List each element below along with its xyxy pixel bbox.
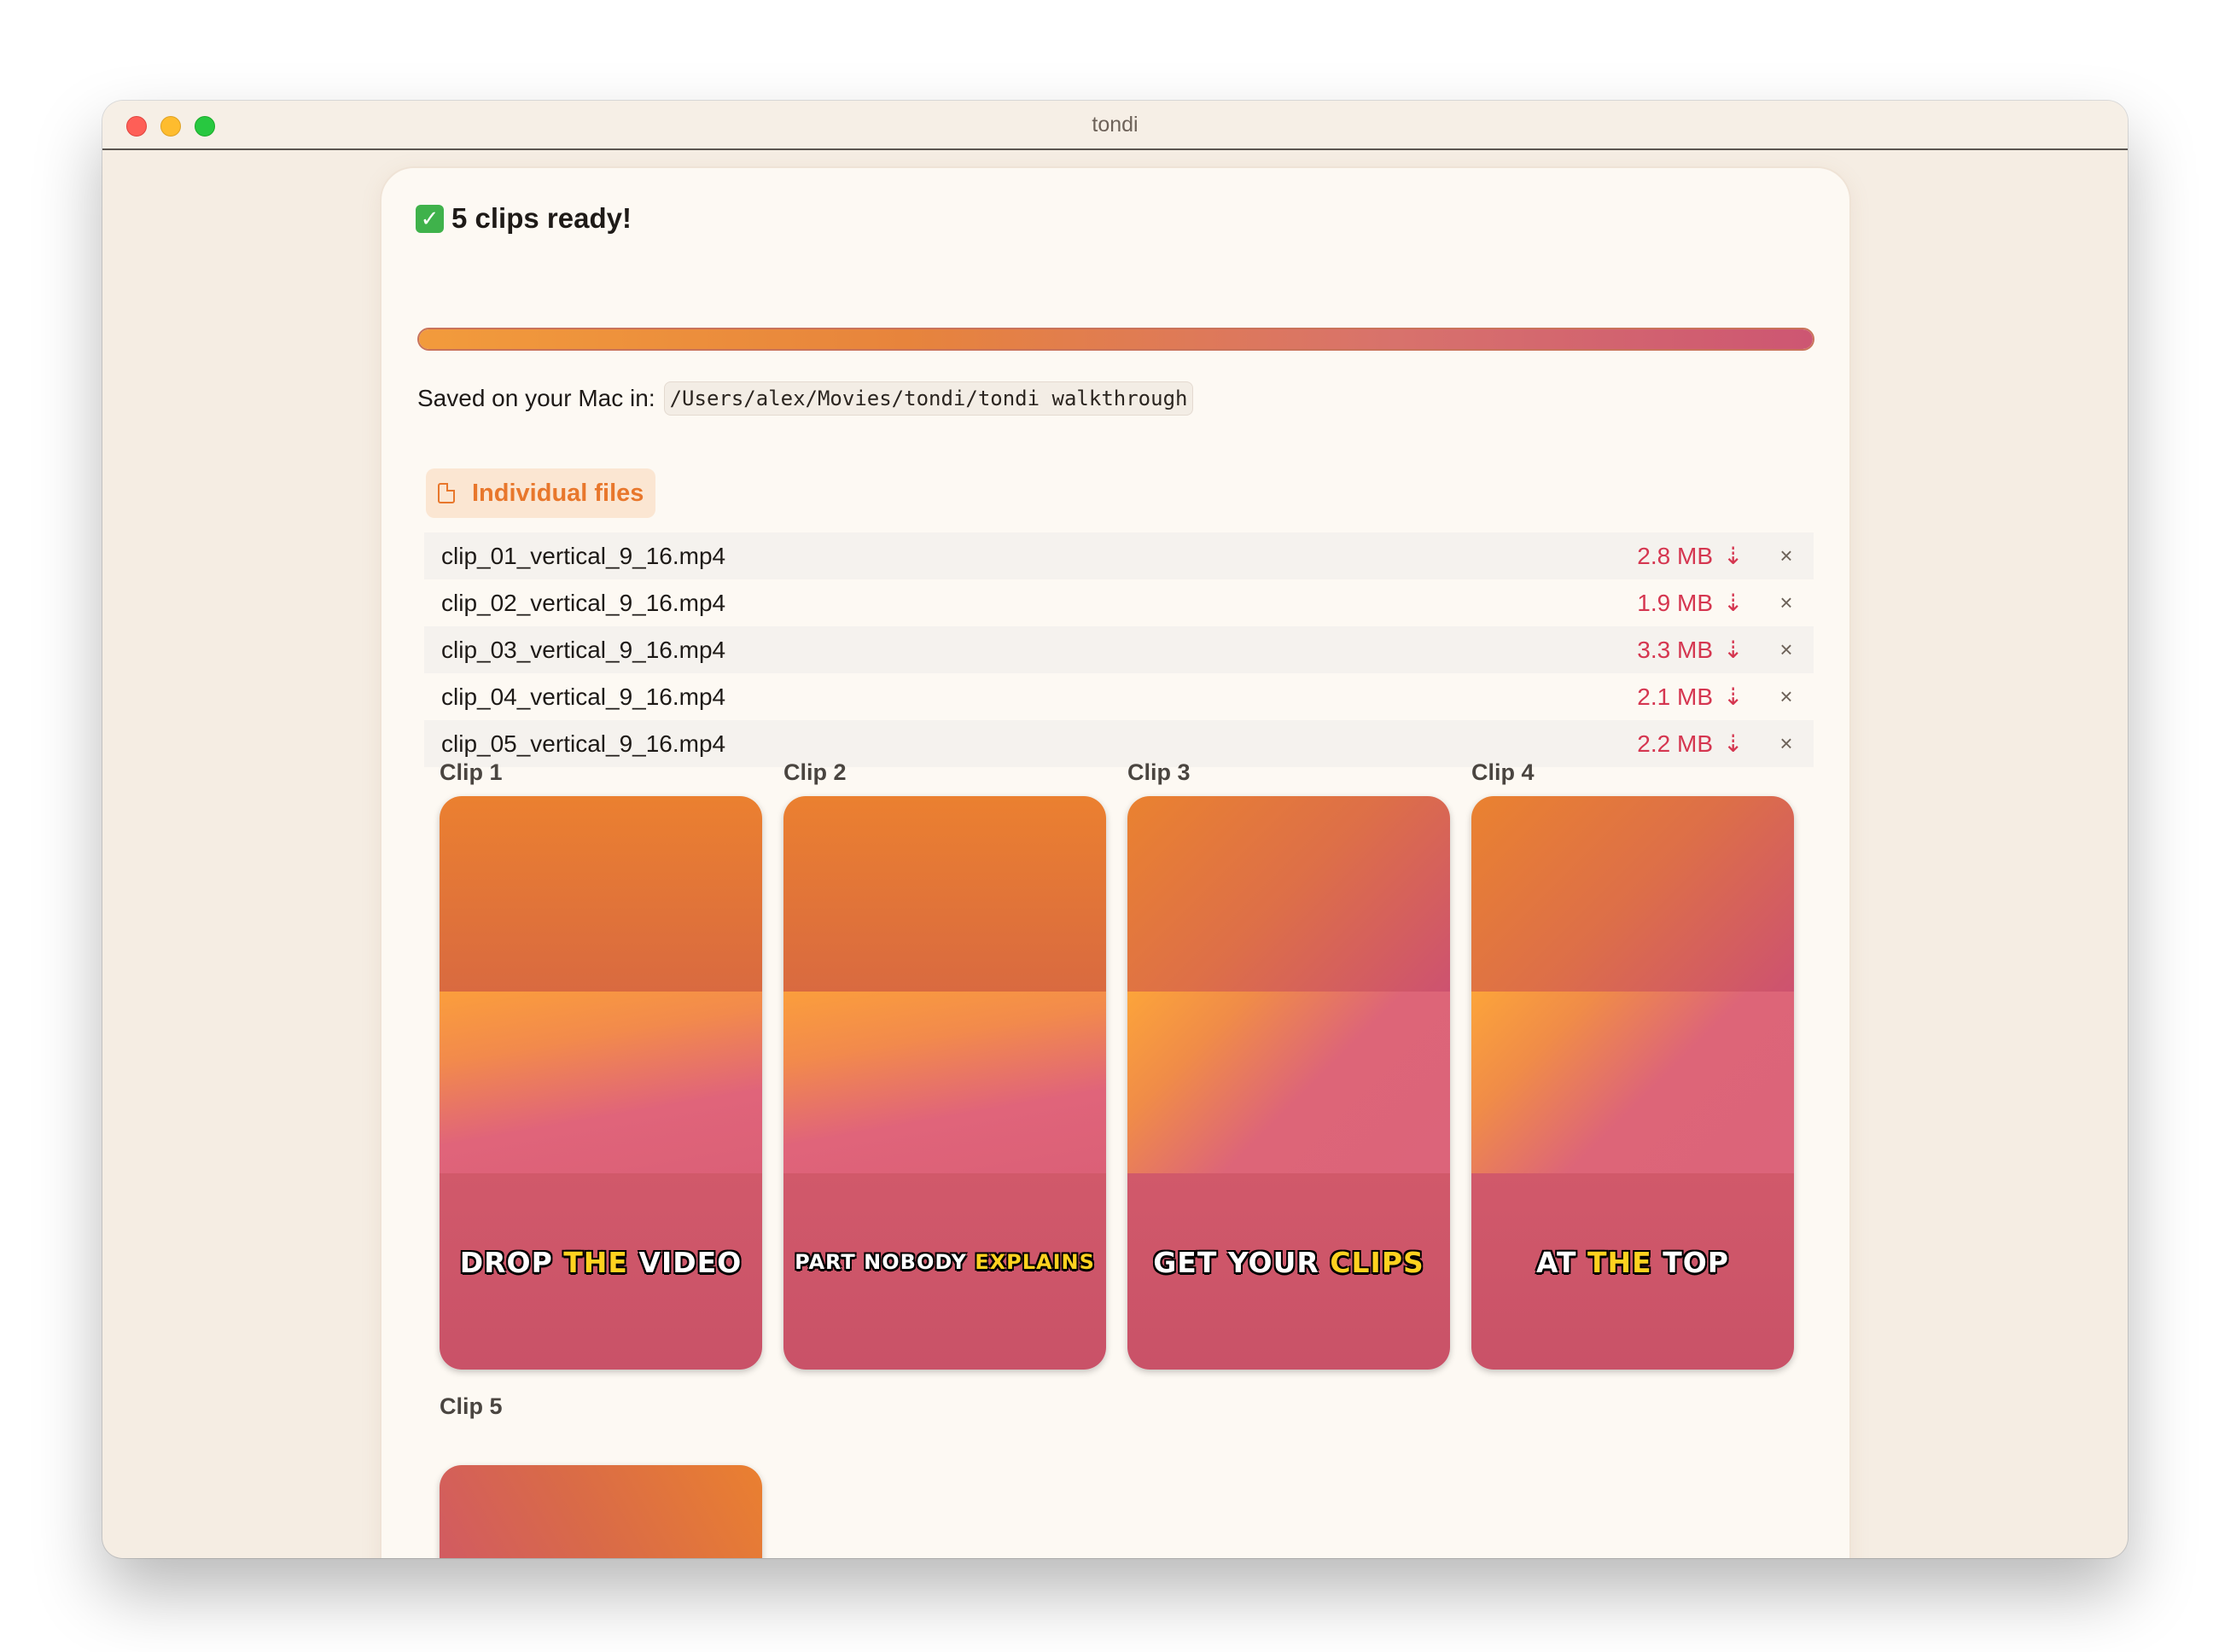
clip-preview[interactable] [440,1465,762,1558]
file-row[interactable]: clip_03_vertical_9_16.mp4 3.3 MB ⇣ × [424,626,1814,673]
file-size: 2.1 MB [1637,683,1713,710]
remove-icon[interactable]: × [1774,683,1798,710]
file-name: clip_02_vertical_9_16.mp4 [441,589,726,616]
save-location-label: Saved on your Mac in: [417,385,655,411]
remove-icon[interactable]: × [1774,730,1798,757]
checkmark-icon: ✓ [416,204,444,233]
clip-preview-bottom: GET YOUR CLIPS [1127,1173,1450,1370]
clip-caption: AT THE TOP [1471,1246,1794,1279]
file-name: clip_05_vertical_9_16.mp4 [441,730,726,757]
download-icon[interactable]: ⇣ [1723,683,1743,711]
window-title: tondi [1092,113,1139,137]
remove-icon[interactable]: × [1774,543,1798,569]
clip-label: Clip 5 [440,1393,503,1419]
save-location-row: Saved on your Mac in: /Users/alex/Movies… [417,381,1194,416]
app-window: tondi ✓ 5 clips ready! Saved on your Mac… [102,101,2128,1558]
clip-caption: GET YOUR CLIPS [1127,1246,1450,1279]
clip-label: Clip 3 [1127,759,1191,785]
tab-individual-files[interactable]: Individual files [426,468,656,518]
clip-label: Clip 2 [783,759,847,785]
save-location-path[interactable]: /Users/alex/Movies/tondi/tondi walkthrou… [663,381,1194,416]
clip-preview-middle [1471,992,1794,1173]
progress-bar-fill [419,329,1813,349]
caption-word: YOUR [1227,1246,1319,1279]
caption-word: NOBODY [864,1250,967,1274]
progress-bar [417,328,1814,351]
caption-word: PART [795,1250,856,1274]
download-icon[interactable]: ⇣ [1723,730,1743,758]
caption-highlight-word: CLIPS [1330,1246,1424,1279]
file-list: clip_01_vertical_9_16.mp4 2.8 MB ⇣ × cli… [424,532,1814,767]
file-size: 2.2 MB [1637,730,1713,757]
tab-individual-files-label: Individual files [472,479,644,507]
file-size: 1.9 MB [1637,589,1713,616]
clip-label: Clip 1 [440,759,503,785]
file-size: 2.8 MB [1637,542,1713,569]
file-size: 3.3 MB [1637,636,1713,663]
clip-caption: DROP THE VIDEO [440,1246,762,1279]
clip-preview-middle [783,992,1106,1173]
clip-preview[interactable]: DROP THE VIDEO [440,796,762,1370]
clip-preview[interactable]: PART NOBODY EXPLAINS [783,796,1106,1370]
status-heading-text: 5 clips ready! [451,202,632,234]
caption-highlight-word: THE [1587,1246,1652,1279]
clip-preview-middle [1127,992,1450,1173]
file-name: clip_03_vertical_9_16.mp4 [441,636,726,663]
caption-highlight-word: EXPLAINS [975,1250,1095,1274]
file-row[interactable]: clip_04_vertical_9_16.mp4 2.1 MB ⇣ × [424,673,1814,720]
caption-word: GET [1153,1246,1218,1279]
clip-preview[interactable]: AT THE TOP [1471,796,1794,1370]
file-name: clip_04_vertical_9_16.mp4 [441,683,726,710]
download-icon[interactable]: ⇣ [1723,542,1743,570]
caption-word: VIDEO [638,1246,743,1279]
remove-icon[interactable]: × [1774,590,1798,616]
title-bar[interactable]: tondi [102,101,2128,150]
clip-preview-top [1127,796,1450,992]
file-icon [438,483,455,503]
clip-preview[interactable]: GET YOUR CLIPS [1127,796,1450,1370]
file-name: clip_01_vertical_9_16.mp4 [441,542,726,569]
download-icon[interactable]: ⇣ [1723,636,1743,664]
status-heading: ✓ 5 clips ready! [416,202,632,235]
file-row[interactable]: clip_02_vertical_9_16.mp4 1.9 MB ⇣ × [424,579,1814,626]
clip-preview-top [440,796,762,992]
clip-caption: PART NOBODY EXPLAINS [783,1250,1106,1274]
clip-preview-bottom: DROP THE VIDEO [440,1173,762,1370]
clip-preview-top [783,796,1106,992]
results-card: ✓ 5 clips ready! Saved on your Mac in: /… [380,166,1851,1558]
caption-highlight-word: THE [563,1246,628,1279]
caption-word: DROP [459,1246,553,1279]
file-row[interactable]: clip_01_vertical_9_16.mp4 2.8 MB ⇣ × [424,532,1814,579]
clip-preview-bottom: AT THE TOP [1471,1173,1794,1370]
clip-preview-middle [440,992,762,1173]
caption-word: AT [1536,1246,1577,1279]
file-row[interactable]: clip_05_vertical_9_16.mp4 2.2 MB ⇣ × [424,720,1814,767]
download-icon[interactable]: ⇣ [1723,589,1743,617]
caption-word: TOP [1663,1246,1729,1279]
clip-label: Clip 4 [1471,759,1535,785]
clip-preview-bottom: PART NOBODY EXPLAINS [783,1173,1106,1370]
remove-icon[interactable]: × [1774,637,1798,663]
clip-preview-top [1471,796,1794,992]
